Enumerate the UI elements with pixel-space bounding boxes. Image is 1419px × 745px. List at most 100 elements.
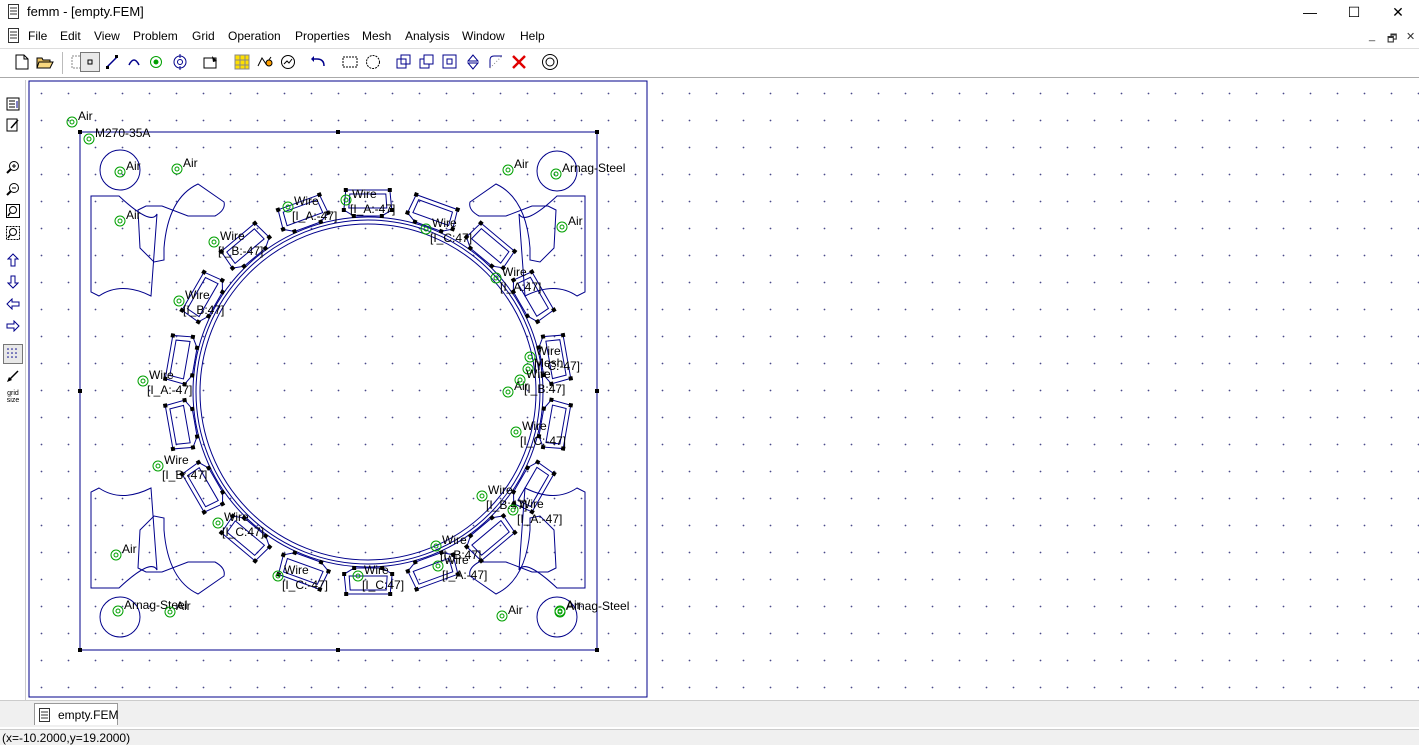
slot-node [194,434,200,439]
pan-right-icon[interactable] [3,316,23,336]
menu-problem[interactable]: Problem [133,29,178,43]
mdi-restore-button[interactable]: 🗗 [1387,30,1397,49]
segment-mode-icon[interactable] [102,52,122,72]
grid-background [28,80,1419,698]
wire-label: Wire [522,419,547,433]
new-icon[interactable] [12,52,32,72]
menu-grid[interactable]: Grid [192,29,215,43]
wire-label: Wire [432,216,457,230]
mdi-minimize-button[interactable]: _ [1369,30,1375,42]
winding-circuit-label: [I_B:-47] [218,244,263,258]
group-mode-icon[interactable] [170,52,190,72]
geometry-node [336,130,340,134]
slot-node [170,333,176,338]
node-mode-icon[interactable] [80,52,100,72]
winding-circuit-label: [I_A:-47] [292,209,337,223]
winding-circuit-label: [I_C:47] [362,578,404,592]
winding-circuit-label: [I_C:47] [430,231,472,245]
select-box-icon[interactable] [340,52,360,72]
winding-circuit-label: [I_C:-47] [282,578,328,592]
winding-circuit-label: [I_B:-47] [162,468,207,482]
show-names-icon[interactable] [3,94,23,114]
block-label-mode-icon[interactable] [146,52,166,72]
wire-label: Wire [488,483,513,497]
air-label: Air [126,208,141,222]
open-icon[interactable] [35,52,55,72]
wire-label: Wire [519,497,544,511]
maximize-button[interactable]: ☐ [1331,0,1377,24]
delete-icon[interactable] [509,52,529,72]
air-label: Air [176,599,191,613]
femm-app-icon [8,4,19,19]
pan-up-icon[interactable] [3,250,23,270]
zoom-out-icon[interactable] [3,179,23,199]
wire-label: Wire [502,265,527,279]
wire-label: Wire [224,510,249,524]
undo-icon[interactable] [309,52,329,72]
move-icon[interactable] [417,52,437,72]
select-circle-icon[interactable] [363,52,383,72]
menu-properties[interactable]: Properties [295,29,350,43]
view-results-icon[interactable] [540,52,560,72]
menu-help[interactable]: Help [520,29,545,43]
document-tab[interactable]: empty.FEM [34,703,118,725]
zoom-window-icon[interactable] [232,52,252,72]
winding-circuit-label: [I_A:-47] [442,568,487,582]
window-title: femm - [empty.FEM] [27,4,144,19]
slot-node [342,572,347,577]
menu-bar: File Edit View Problem Grid Operation Pr… [0,25,1419,47]
menu-edit[interactable]: Edit [60,29,81,43]
mirror-icon[interactable] [463,52,483,72]
show-grid-icon[interactable] [3,344,23,364]
zoom-window-side-icon[interactable] [3,223,23,243]
pan-left-icon[interactable] [3,294,23,314]
menu-operation[interactable]: Operation [228,29,281,43]
menu-analysis[interactable]: Analysis [405,29,450,43]
document-icon[interactable] [8,28,19,46]
title-bar: femm - [empty.FEM] — ☐ ✕ [0,0,1419,24]
menu-window[interactable]: Window [462,29,505,43]
document-tab-icon [39,708,50,725]
left-toolbar: grid size [0,80,26,700]
winding-circuit-label: [I_B:47] [183,303,224,317]
mesh-icon[interactable] [255,52,275,72]
slot-node [549,397,554,403]
wire-label: Wire [364,563,389,577]
drawing-canvas[interactable]: Air M270-35A Air Air Air Air Arnag-Steel Air Air… [28,80,1419,698]
close-button[interactable]: ✕ [1375,0,1419,24]
slot-node [170,446,176,452]
slot-node [390,571,395,576]
menu-mesh[interactable]: Mesh [362,29,391,43]
snap-grid-icon[interactable] [3,366,23,386]
geometry-node [595,130,599,134]
zoom-in-icon[interactable] [3,157,23,177]
wire-label: Wire [444,553,469,567]
grid-size-button[interactable]: grid size [3,387,23,407]
fillet-icon[interactable] [486,52,506,72]
arc-mode-icon[interactable] [124,52,144,72]
document-tab-label: empty.FEM [58,708,119,722]
menu-file[interactable]: File [28,29,47,43]
slot-node [568,402,574,408]
wire-label: Wire [294,194,319,208]
slot-node [189,406,195,412]
copy-icon[interactable] [394,52,414,72]
geometry-node [78,389,82,393]
cursor-coordinates: (x=-10.2000,y=19.2000) [2,731,131,745]
properties-icon[interactable] [201,52,221,72]
slot-node [190,334,196,340]
pan-down-icon[interactable] [3,272,23,292]
mdi-close-button[interactable]: ✕ [1406,30,1415,43]
geometry-node [595,389,599,393]
menu-view[interactable]: View [94,29,120,43]
zoom-natural-icon[interactable] [3,201,23,221]
minimize-button[interactable]: — [1287,0,1333,24]
geometry-view[interactable]: AirM270-35AAirAirAirAir Arnag-SteelAirAir… [28,80,1419,698]
edit-icon[interactable] [3,115,23,135]
slot-node [344,592,349,597]
analyze-icon[interactable] [278,52,298,72]
main-toolbar [0,48,1419,78]
scale-icon[interactable] [440,52,460,72]
wire-label: Wire [526,367,551,381]
magnet-material-label: Arnag-Steel [566,599,629,613]
